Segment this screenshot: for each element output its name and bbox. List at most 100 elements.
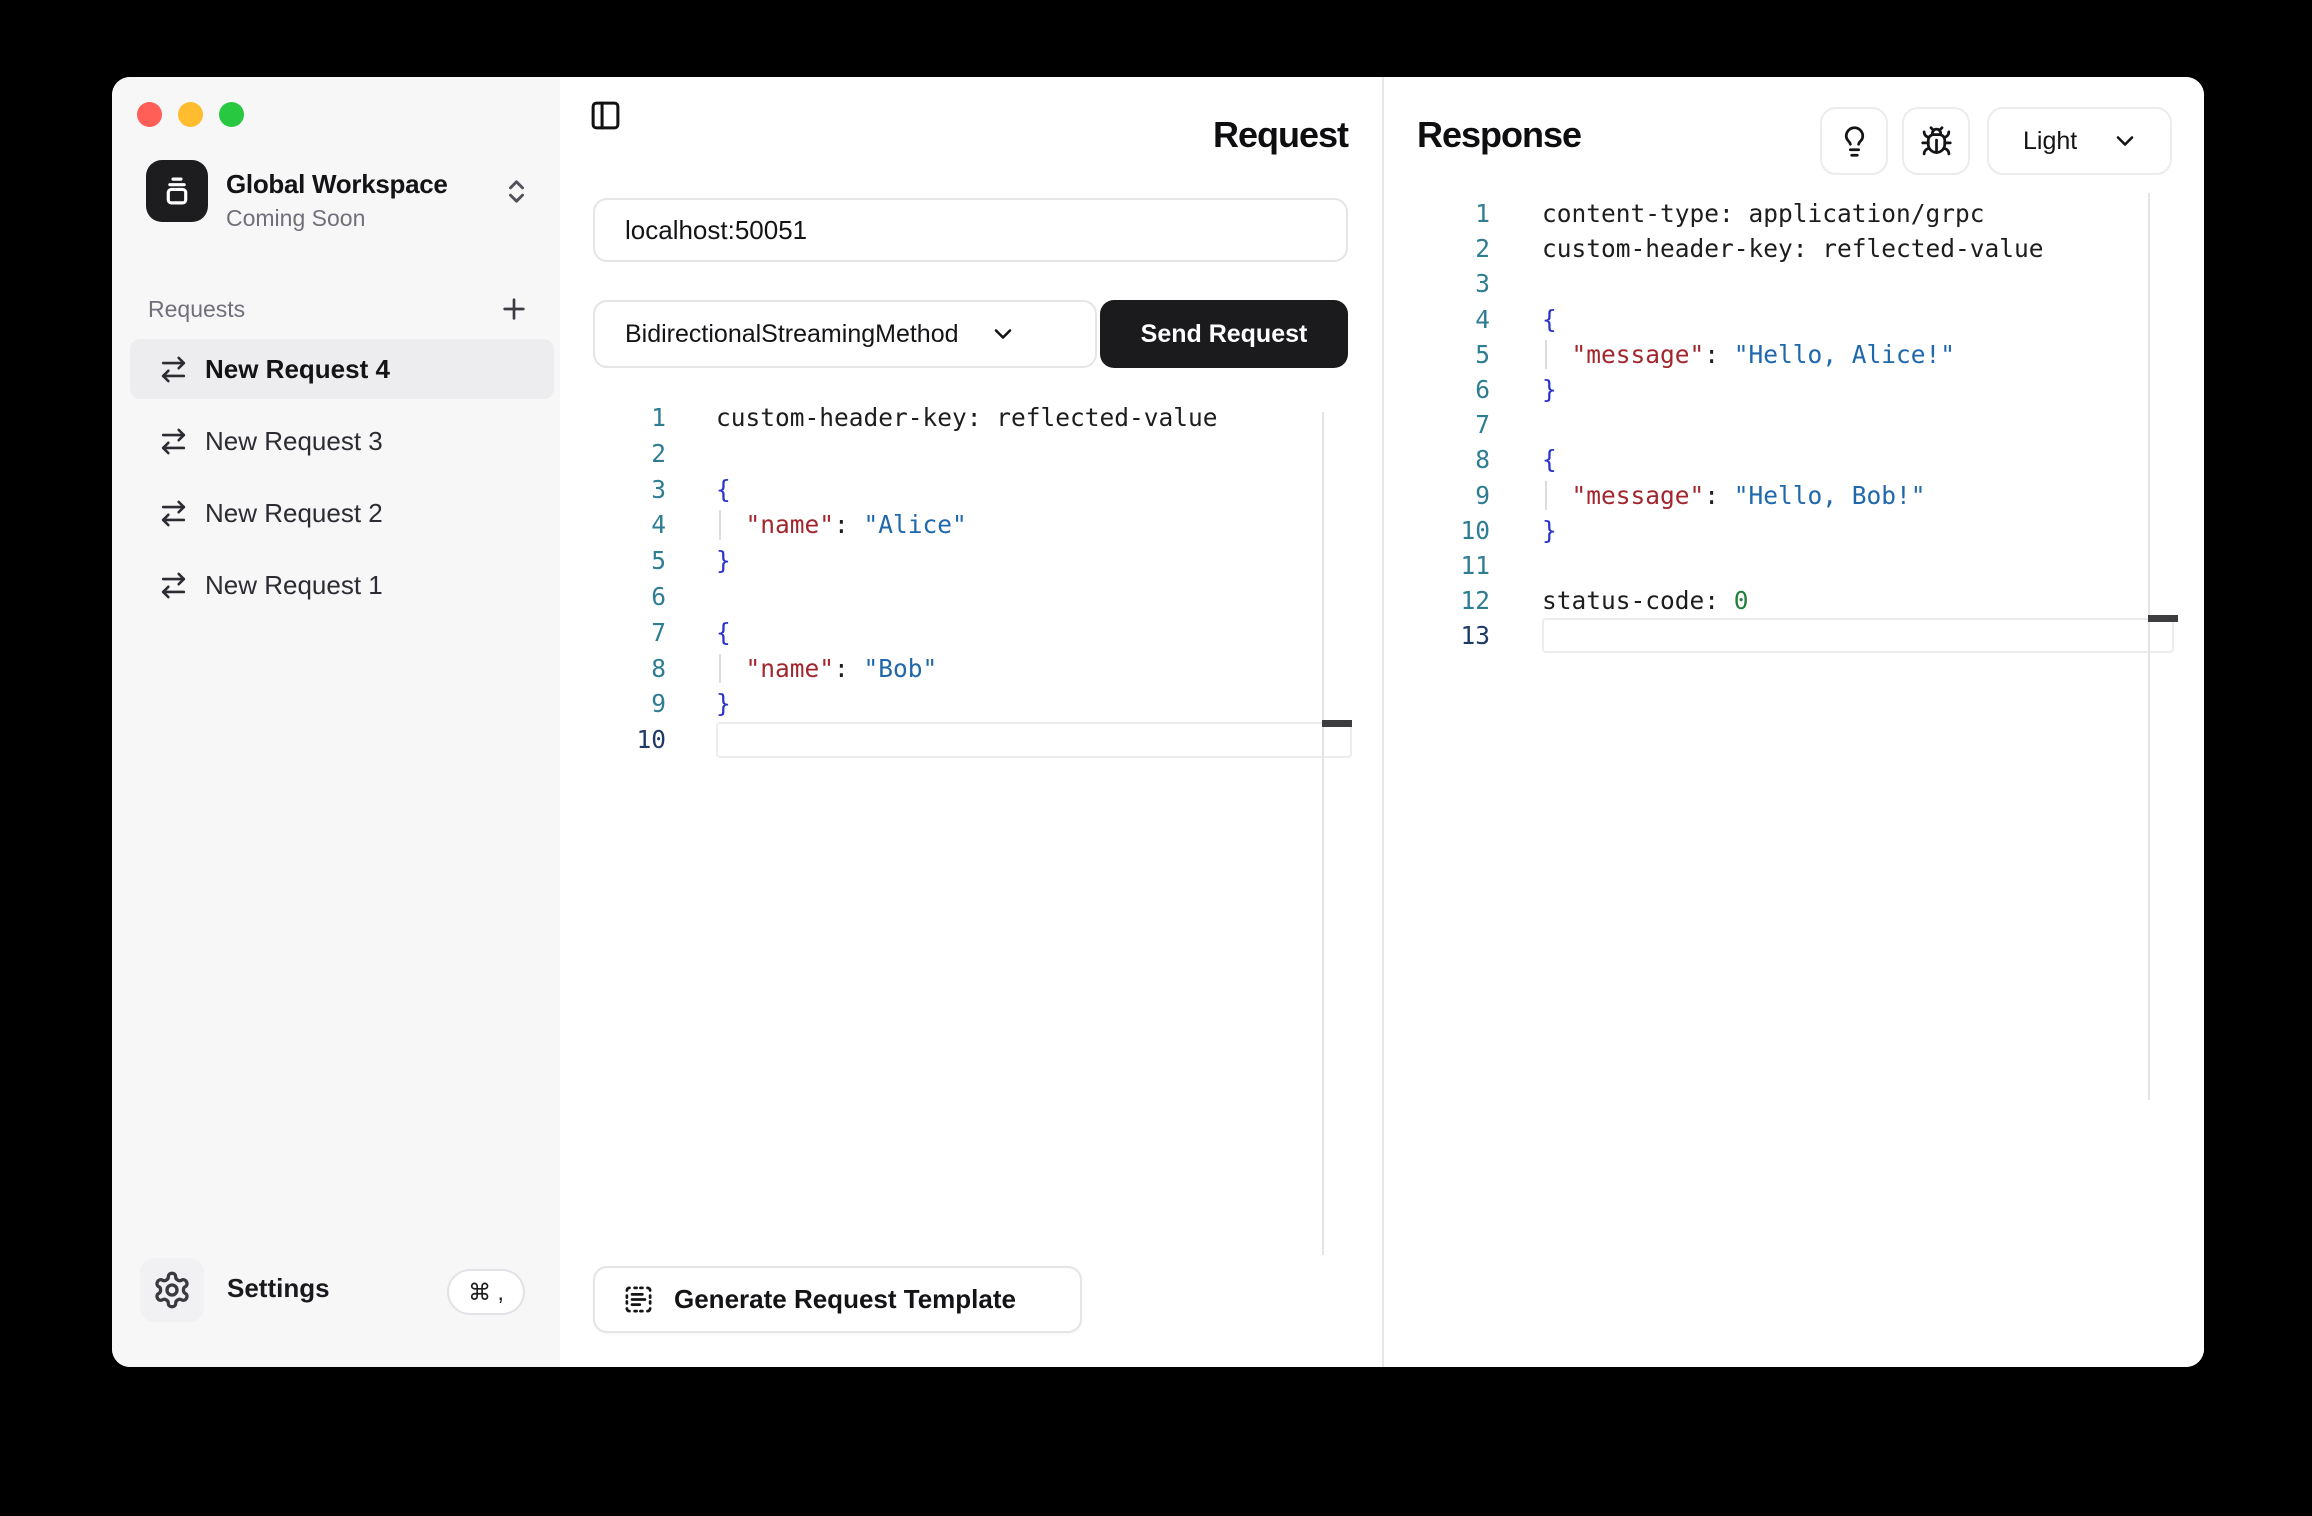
line-number: 5 [1384,337,1490,372]
code-token-plain: custom-header-key: reflected-value [1542,234,2044,263]
panel-left-icon [589,99,622,132]
line-number: 7 [1384,407,1490,442]
code-line: } [716,543,1352,579]
code-token-brace: } [1542,516,1557,545]
sidebar-item-new-request-1[interactable]: New Request 1 [130,555,554,615]
active-code-line [716,722,1352,758]
command-shortcut: ⌘ , [468,1279,504,1306]
settings-button[interactable] [140,1258,204,1322]
code-token-string: "Hello, Bob!" [1734,481,1926,510]
generate-template-button[interactable]: Generate Request Template [593,1266,1082,1333]
code-line: } [716,686,1352,722]
desktop-background: Global Workspace Coming Soon Requests Ne… [0,0,2312,1516]
response-panel-title: Response [1417,113,1581,157]
line-number: 8 [1384,442,1490,477]
code-line: content-type: application/grpc [1542,196,2174,231]
swap-arrows-icon [158,354,189,385]
active-code-line [1542,618,2174,653]
minimize-window-button[interactable] [178,102,203,127]
workspace-avatar [146,160,208,222]
request-editor-code: custom-header-key: reflected-value { "nam… [716,400,1352,758]
requests-section-label: Requests [148,296,245,323]
zoom-window-button[interactable] [219,102,244,127]
code-token-brace: } [716,689,731,718]
code-token-brace: { [1542,305,1557,334]
window-controls [137,102,244,127]
close-window-button[interactable] [137,102,162,127]
code-token-brace: { [1542,445,1557,474]
line-number: 3 [560,472,666,508]
response-editor-scroll-track[interactable] [2148,193,2150,1100]
line-number: 3 [1384,266,1490,301]
line-number: 6 [560,579,666,615]
code-token-plain: : [1704,481,1734,510]
theme-dropdown-value: Light [2023,127,2077,156]
response-editor-scroll-thumb[interactable] [2148,615,2178,622]
send-request-label: Send Request [1141,320,1308,349]
debug-button[interactable] [1902,107,1970,175]
code-token-property: "message" [1572,481,1705,510]
line-number: 2 [1384,231,1490,266]
swap-arrows-icon [158,570,189,601]
code-line: } [1542,513,2174,548]
sidebar-item-label: New Request 3 [205,426,383,457]
request-panel: Request BidirectionalStreamingMethod Sen… [560,77,1384,1367]
settings-row[interactable]: Settings ⌘ , [112,1227,560,1367]
code-token-plain: content-type: application/grpc [1542,199,1985,228]
code-token-string: "Alice" [864,510,967,539]
code-token-string: "Hello, Alice!" [1734,340,1955,369]
code-token-property: "name" [746,654,835,683]
workspace-switcher[interactable] [502,177,531,206]
code-line: { [1542,442,2174,477]
request-editor-scroll-track[interactable] [1322,412,1324,1255]
sidebar-toggle-button[interactable] [589,99,622,132]
request-panel-title: Request [1213,113,1348,157]
code-token-plain: status-code: [1542,586,1734,615]
code-token-brace: } [1542,375,1557,404]
code-token-plain: custom-header-key: reflected-value [716,403,1218,432]
plus-icon [498,293,530,325]
settings-shortcut-badge: ⌘ , [447,1269,525,1315]
chevron-down-icon [2111,127,2148,155]
sidebar-item-label: New Request 4 [205,354,390,385]
line-number: 6 [1384,372,1490,407]
line-number: 2 [560,436,666,472]
lightbulb-icon [1838,125,1871,158]
line-number: 9 [1384,478,1490,513]
settings-label: Settings [227,1273,330,1304]
theme-dropdown[interactable]: Light [1987,107,2172,175]
sidebar-item-new-request-3[interactable]: New Request 3 [130,411,554,471]
method-dropdown[interactable]: BidirectionalStreamingMethod [593,300,1097,368]
code-token-plain: : [834,510,864,539]
code-line: "name": "Alice" [716,507,1352,543]
code-line: "message": "Hello, Bob!" [1542,478,2174,513]
code-token-plain: : [1704,340,1734,369]
code-line: custom-header-key: reflected-value [1542,231,2174,266]
server-url-input[interactable] [593,198,1348,262]
bug-icon [1920,125,1953,158]
line-number: 12 [1384,583,1490,618]
swap-arrows-icon [158,426,189,457]
code-line: status-code: 0 [1542,583,2174,618]
gear-icon [152,1270,192,1310]
sidebar-item-label: New Request 2 [205,498,383,529]
send-request-button[interactable]: Send Request [1100,300,1348,368]
add-request-button[interactable] [495,290,533,328]
request-editor-scroll-thumb[interactable] [1322,720,1352,727]
indent-guide [1545,340,1547,369]
sidebar-item-new-request-4[interactable]: New Request 4 [130,339,554,399]
line-number: 1 [1384,196,1490,231]
template-dashed-icon [623,1284,654,1315]
sidebar-item-new-request-2[interactable]: New Request 2 [130,483,554,543]
workspace-title: Global Workspace [226,169,448,200]
indent-guide [719,654,721,684]
requests-list: New Request 4 New Request 3 New Request 2 N… [130,339,554,627]
response-editor-code: content-type: application/grpc custom-hea… [1542,196,2174,653]
code-line: "message": "Hello, Alice!" [1542,337,2174,372]
code-line [716,436,1352,472]
sidebar-item-label: New Request 1 [205,570,383,601]
code-token-brace: { [716,618,731,647]
hint-button[interactable] [1820,107,1888,175]
line-number: 7 [560,615,666,651]
line-number: 11 [1384,548,1490,583]
